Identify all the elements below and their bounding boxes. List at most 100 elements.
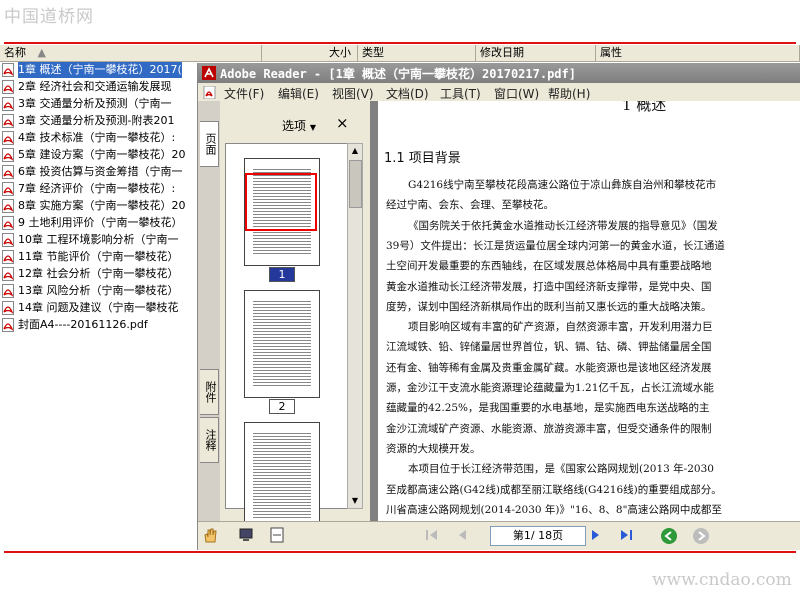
page-thumbnail-2[interactable] <box>244 290 320 398</box>
column-name-label: 名称 <box>4 46 26 59</box>
scroll-down-arrow-icon[interactable]: ▼ <box>348 494 362 508</box>
pdf-file-icon <box>2 216 14 230</box>
options-dropdown-icon: ▼ <box>309 123 316 132</box>
menu-window[interactable]: 窗口(W) <box>494 85 539 102</box>
go-back-icon[interactable] <box>660 527 678 548</box>
page-thumbnail-3[interactable] <box>244 422 320 530</box>
file-name: 3章 交通量分析及预测-附表201 <box>18 114 175 127</box>
file-name: 13章 风险分析（宁南一攀枝花） <box>18 284 179 297</box>
section-heading: 1.1 项目背景 <box>384 151 461 166</box>
file-name: 2章 经济社会和交通运输发展现 <box>18 80 172 93</box>
file-list: 1章 概述（宁南一攀枝花）2017( 2章 经济社会和交通运输发展现 3章 交通量分… <box>2 62 197 342</box>
page-thumbnail-text <box>253 301 311 387</box>
reader-title: Adobe Reader - [1章 概述（宁南一攀枝花）20170217.pd… <box>220 67 576 81</box>
document-text-line: 江流域铁、铅、锌储量居世界首位，钒、镉、钴、磷、钾盐储量居全国 <box>386 341 712 354</box>
menu-file[interactable]: 文件(F) <box>224 85 264 102</box>
file-name: 12章 社会分析（宁南一攀枝花） <box>18 267 179 280</box>
document-text-line: 本项目位于长江经济带范围，是《国家公路网规划(2013 年-2030 <box>408 463 714 476</box>
red-divider-top <box>4 42 796 44</box>
scroll-up-arrow-icon[interactable]: ▲ <box>348 144 362 158</box>
adobe-reader-icon <box>202 66 216 80</box>
pdf-file-icon <box>2 148 14 162</box>
menu-tools[interactable]: 工具(T) <box>440 85 481 102</box>
file-name: 4章 技术标准（宁南一攀枝花）: <box>18 131 176 144</box>
reader-menu-bar: 文件(F) 编辑(E) 视图(V) 文档(D) 工具(T) 窗口(W) 帮助(H… <box>198 83 800 101</box>
tab-pages[interactable]: 页面 <box>200 121 219 167</box>
pdf-file-icon <box>2 301 14 315</box>
options-menu[interactable]: 选项 ▼ <box>282 117 316 134</box>
pdf-file-icon <box>2 114 14 128</box>
page-layout-icon[interactable] <box>270 527 284 546</box>
pdf-file-icon <box>2 182 14 196</box>
column-size-header[interactable]: 大小 <box>262 45 358 61</box>
file-name: 5章 建设方案（宁南一攀枝花）20 <box>18 148 186 161</box>
file-name: 封面A4----20161126.pdf <box>18 318 148 331</box>
menu-edit[interactable]: 编辑(E) <box>278 85 319 102</box>
file-name: 3章 交通量分析及预测（宁南一 <box>18 97 172 110</box>
file-name: 10章 工程环境影响分析（宁南一 <box>18 233 179 246</box>
tab-attachments[interactable]: 附件 <box>200 369 219 415</box>
menu-view[interactable]: 视图(V) <box>332 85 374 102</box>
monitor-icon[interactable] <box>238 527 254 546</box>
column-attributes-header[interactable]: 属性 <box>596 45 800 61</box>
file-name: 1章 概述（宁南一攀枝花）2017( <box>18 62 182 78</box>
page-thumbnail-1[interactable] <box>244 158 320 266</box>
pdf-file-icon <box>2 250 14 264</box>
options-label: 选项 <box>282 119 307 133</box>
go-forward-icon[interactable] <box>692 527 710 548</box>
column-type-header[interactable]: 类型 <box>358 45 476 61</box>
watermark-bottom: www.cndao.com <box>652 570 792 590</box>
file-name: 7章 经济评价（宁南一攀枝花）: <box>18 182 176 195</box>
pdf-file-icon <box>2 199 14 213</box>
scrollbar-thumb[interactable] <box>349 160 362 208</box>
pdf-file-icon <box>2 318 14 332</box>
pdf-file-icon <box>2 63 14 77</box>
column-name-header[interactable]: 名称 ▲ <box>0 45 262 61</box>
pdf-file-icon <box>2 165 14 179</box>
document-page[interactable]: 1 概述 1.1 项目背景 G4216线宁南至攀枝花段高速公路位于凉山彝族自治州… <box>378 101 800 521</box>
reader-title-bar: Adobe Reader - [1章 概述（宁南一攀枝花）20170217.pd… <box>198 63 800 83</box>
document-text-line: 项目影响区域有丰富的矿产资源，自然资源丰富，开发利用潜力巨 <box>408 321 713 334</box>
next-page-icon[interactable] <box>590 528 602 545</box>
document-text-line: 川省高速公路网规划(2014-2030 年)》"16、8、8"高速公路网中成都至 <box>386 503 722 516</box>
previous-page-icon[interactable] <box>456 528 468 545</box>
reader-status-bar: 第1/ 18页 <box>198 521 800 550</box>
red-divider-bottom <box>4 551 796 553</box>
document-text-line: 金沙江流域矿产资源、水能资源、旅游资源丰富，但受交通条件的限制 <box>386 422 712 435</box>
menu-help[interactable]: 帮助(H) <box>548 85 590 102</box>
tab-comments[interactable]: 注释 <box>200 417 219 463</box>
page-thumbnail-text <box>253 433 311 519</box>
page-number-field[interactable]: 第1/ 18页 <box>490 526 586 546</box>
document-text-line: 经过宁南、会东、会理、至攀枝花。 <box>386 199 554 212</box>
file-name: 6章 投资估算与资金筹措（宁南一 <box>18 165 183 178</box>
pdf-document-icon <box>203 86 216 99</box>
chapter-heading: 1 概述 <box>622 101 667 114</box>
hand-tool-icon[interactable] <box>202 527 218 546</box>
file-name: 8章 实施方案（宁南一攀枝花）20 <box>18 199 186 212</box>
close-panel-icon[interactable]: × <box>336 114 349 132</box>
document-text-line: 至成都高速公路(G42线)成都至丽江联络线(G4216线)的重要组成部分。 <box>386 483 722 496</box>
last-page-icon[interactable] <box>618 528 634 545</box>
document-text-line: 还有金、铀等稀有金属及贵重金属矿藏。水能资源也是该地区经济发展 <box>386 361 712 374</box>
pdf-file-icon <box>2 284 14 298</box>
document-text-line: 39号）文件提出：长江是货运量位居全球内河第一的黄金水道，长江通道 <box>386 239 725 252</box>
view-region-box <box>245 173 317 231</box>
first-page-icon[interactable] <box>424 528 440 545</box>
thumbnail-scrollbar[interactable]: ▲ ▼ <box>347 143 363 509</box>
sort-arrow-icon: ▲ <box>37 46 46 59</box>
thumbnail-list: 1 2 <box>225 143 349 530</box>
document-text-line: 资源的大规模开发。 <box>386 442 481 455</box>
document-text-line: 黄金水道推动长江经济带发展，打造中国经济新支撑带，是党中央、国 <box>386 280 712 293</box>
document-text-line: 蕴藏量的42.25%，是我国重要的水电基地，是实施西电东送战略的主 <box>386 402 710 415</box>
menu-document[interactable]: 文档(D) <box>386 85 429 102</box>
page-number-label-2: 2 <box>269 399 295 414</box>
column-modified-header[interactable]: 修改日期 <box>476 45 596 61</box>
document-text-line: 《国务院关于依托黄金水道推动长江经济带发展的指导意见》（国发 <box>408 219 718 232</box>
navigation-tabs: 页面 附件 注释 <box>198 101 221 521</box>
adobe-reader-window: Adobe Reader - [1章 概述（宁南一攀枝花）20170217.pd… <box>197 63 800 550</box>
pdf-file-icon <box>2 267 14 281</box>
document-text-line: 源，金沙江干支流水能资源理论蕴藏量为1.21亿千瓦，占长江流域水能 <box>386 382 714 394</box>
document-text-line: 度势，谋划中国经济新棋局作出的既利当前又惠长远的重大战略决策。 <box>386 300 712 313</box>
pdf-file-icon <box>2 80 14 94</box>
document-text-line: 土空间开发最重要的东西轴线，在区域发展总体格局中具有重要战略地 <box>386 260 712 273</box>
